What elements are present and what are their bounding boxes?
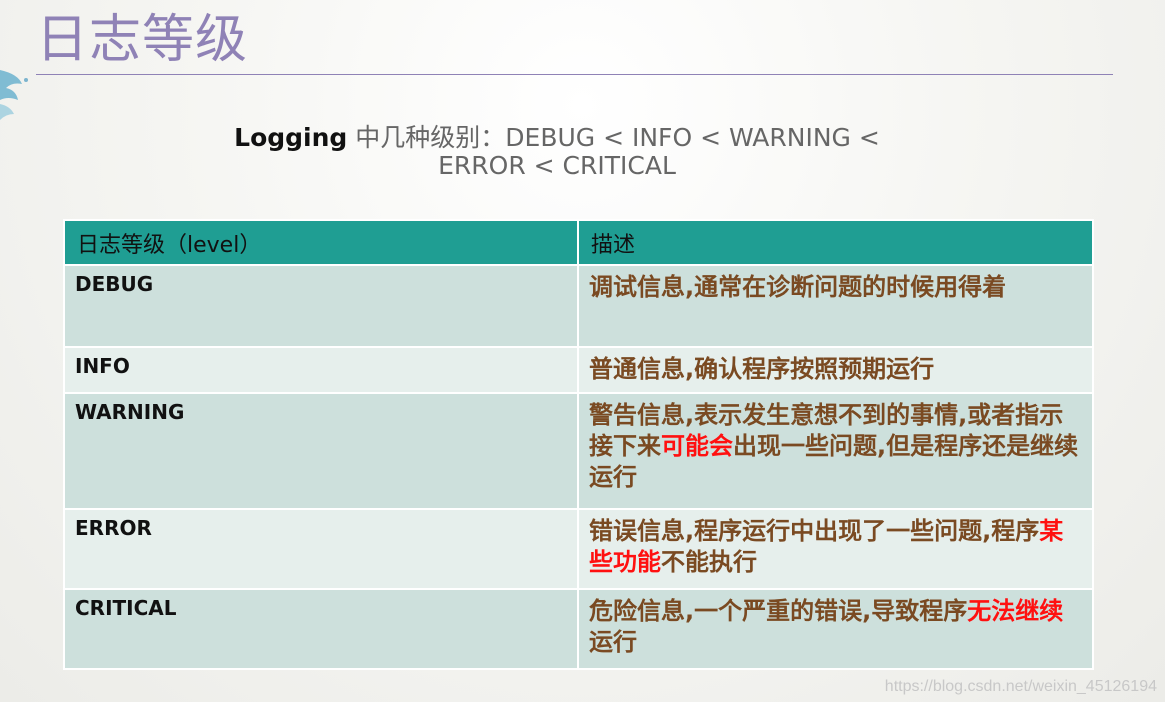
highlighted-text: 无法继续 (967, 597, 1064, 625)
subtitle-line2: ERROR < CRITICAL (438, 151, 676, 180)
description-cell: 错误信息,程序运行中出现了一些问题,程序某些功能不能执行 (577, 508, 1094, 590)
description-text: 运行 (589, 628, 637, 656)
table-row: DEBUG 调试信息,通常在诊断问题的时候用得着 (63, 264, 1094, 348)
level-cell: INFO (63, 346, 579, 394)
header-level: 日志等级（level） (63, 219, 579, 266)
description-cell: 警告信息,表示发生意想不到的事情,或者指示接下来可能会出现一些问题,但是程序还是… (577, 392, 1094, 510)
description-text: 不能执行 (661, 548, 757, 576)
level-cell: DEBUG (63, 264, 579, 348)
table-row: WARNING 警告信息,表示发生意想不到的事情,或者指示接下来可能会出现一些问… (63, 392, 1094, 510)
header-description: 描述 (577, 219, 1094, 266)
decorative-splash-icon (0, 70, 28, 120)
description-cell: 危险信息,一个严重的错误,导致程序无法继续运行 (577, 588, 1094, 670)
description-cell: 普通信息,确认程序按照预期运行 (577, 346, 1094, 394)
table-row: INFO 普通信息,确认程序按照预期运行 (63, 346, 1094, 394)
description-text: 普通信息,确认程序按照预期运行 (589, 355, 935, 383)
table-header-row: 日志等级（level） 描述 (63, 219, 1094, 266)
description-text: 调试信息,通常在诊断问题的时候用得着 (589, 273, 1007, 301)
log-levels-table: 日志等级（level） 描述 DEBUG 调试信息,通常在诊断问题的时候用得着 … (63, 219, 1094, 670)
description-text: 危险信息,一个严重的错误,导致程序 (589, 597, 968, 625)
table-row: ERROR 错误信息,程序运行中出现了一些问题,程序某些功能不能执行 (63, 508, 1094, 590)
slide-title: 日志等级 (36, 10, 249, 70)
description-text: 错误信息,程序运行中出现了一些问题,程序 (589, 517, 1040, 545)
title-divider (36, 74, 1113, 75)
highlighted-text: 可能会 (661, 432, 733, 460)
description-cell: 调试信息,通常在诊断问题的时候用得着 (577, 264, 1094, 348)
subtitle-line1: 中几种级别：DEBUG < INFO < WARNING < (347, 123, 880, 152)
level-cell: WARNING (63, 392, 579, 510)
subtitle-strong: Logging (234, 123, 348, 152)
level-cell: ERROR (63, 508, 579, 590)
slide-subtitle: Logging 中几种级别：DEBUG < INFO < WARNING < E… (200, 124, 914, 180)
table-row: CRITICAL 危险信息,一个严重的错误,导致程序无法继续运行 (63, 588, 1094, 670)
watermark-url: https://blog.csdn.net/weixin_45126194 (884, 678, 1157, 695)
level-cell: CRITICAL (63, 588, 579, 670)
